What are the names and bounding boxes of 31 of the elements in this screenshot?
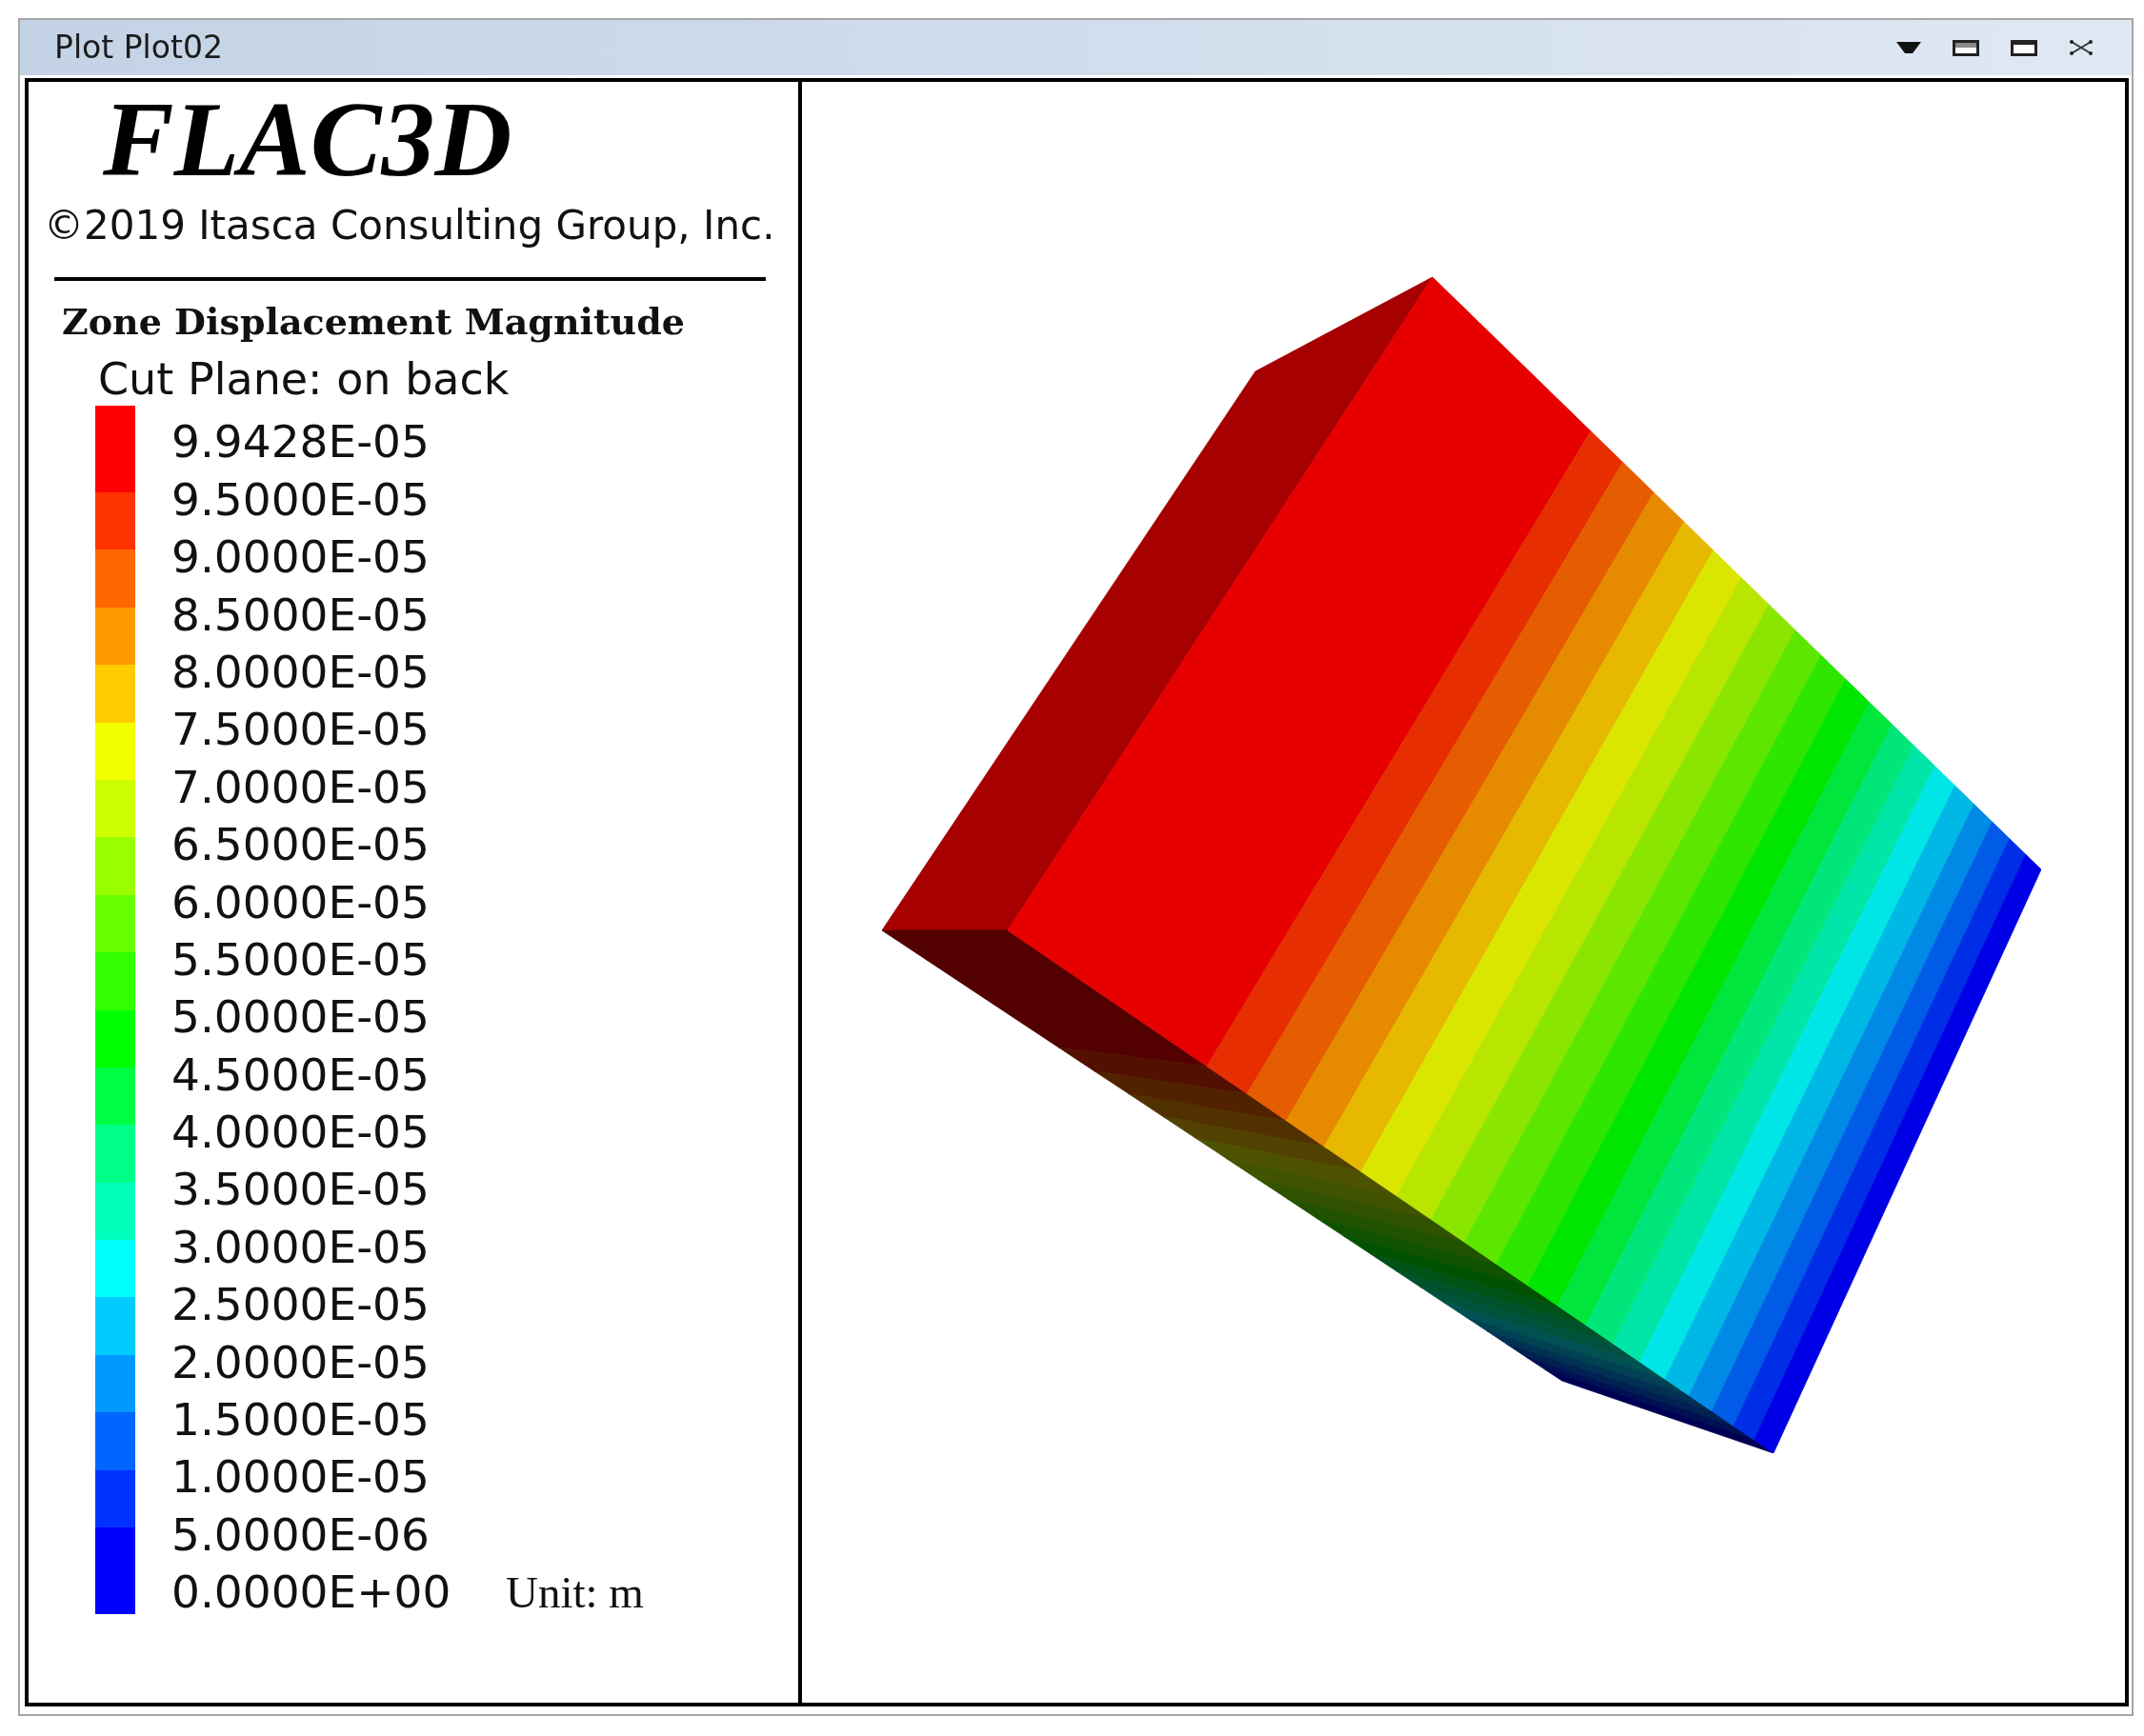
legend-value: 1.5000E-05	[171, 1392, 431, 1448]
legend-value: 9.0000E-05	[171, 529, 431, 586]
caret-icon[interactable]	[1896, 42, 1921, 53]
legend-value: 0.0000E+00	[171, 1565, 452, 1621]
close-icon[interactable]	[2069, 40, 2094, 55]
legend-value: 5.0000E-05	[171, 989, 431, 1046]
legend-value: 5.0000E-06	[171, 1507, 431, 1563]
unit-label: Unit: m	[506, 1566, 644, 1620]
legend-value: 2.0000E-05	[171, 1334, 431, 1390]
legend-value: 1.0000E-05	[171, 1449, 431, 1506]
legend-value: 7.0000E-05	[171, 759, 431, 815]
legend-value: 5.5000E-05	[171, 931, 431, 988]
legend-value: 4.5000E-05	[171, 1047, 431, 1103]
window-icon[interactable]	[1953, 39, 1979, 56]
legend-value: 3.0000E-05	[171, 1219, 431, 1275]
legend-title: Zone Displacement Magnitude	[62, 299, 685, 346]
maximize-icon[interactable]	[2011, 39, 2037, 56]
legend-value: 6.5000E-05	[171, 817, 431, 873]
legend-value: 3.5000E-05	[171, 1162, 431, 1218]
legend-value: 8.0000E-05	[171, 644, 431, 700]
legend-value: 9.5000E-05	[171, 471, 431, 528]
copyright-text: ©2019 Itasca Consulting Group, Inc.	[44, 202, 775, 250]
legend-value: 9.9428E-05	[171, 414, 431, 470]
legend-value: 6.0000E-05	[171, 874, 431, 930]
legend-value: 2.5000E-05	[171, 1277, 431, 1333]
product-logo: FLAC3D	[103, 86, 512, 192]
window-title: Plot Plot02	[54, 29, 223, 67]
legend-value: 4.0000E-05	[171, 1105, 431, 1161]
legend-value: 8.5000E-05	[171, 587, 431, 643]
legend-value: 7.5000E-05	[171, 702, 431, 758]
cut-plane-label: Cut Plane: on back	[98, 361, 510, 398]
